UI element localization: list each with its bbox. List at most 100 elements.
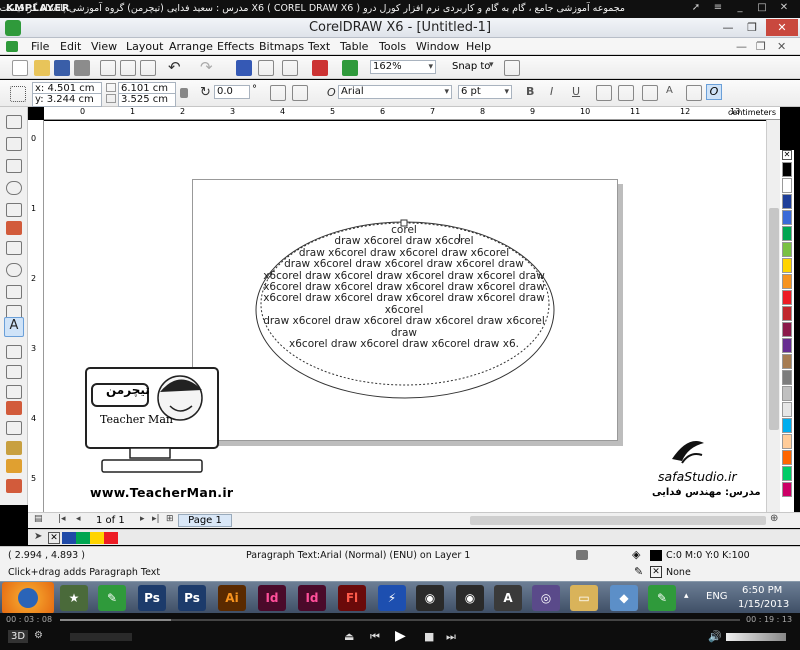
fill-color-swatch[interactable]: [650, 550, 662, 561]
menu-table[interactable]: Table: [340, 40, 368, 53]
clock-date[interactable]: 1/15/2013: [738, 599, 789, 610]
taskbar-indesign-icon[interactable]: Id: [258, 585, 286, 611]
menu-edit[interactable]: Edit: [60, 40, 81, 53]
font-family-select[interactable]: Arial: [338, 85, 452, 99]
zoom-level-select[interactable]: 162%: [370, 60, 436, 74]
window-close-icon[interactable]: ✕: [766, 19, 798, 36]
outline-color-swatch[interactable]: ✕: [650, 566, 662, 578]
menu-help[interactable]: Help: [466, 40, 491, 53]
redo-icon[interactable]: ↷: [200, 58, 213, 76]
player-minimize-icon[interactable]: _: [732, 2, 748, 13]
drawing-canvas[interactable]: corel draw x6corel draw x6corel draw x6c…: [44, 121, 780, 512]
text-properties-icon[interactable]: A: [666, 85, 673, 96]
palette-pick-icon[interactable]: ➤: [34, 531, 42, 542]
3d-mode-icon[interactable]: 3D: [8, 630, 29, 643]
taskbar-illustrator-icon[interactable]: Ai: [218, 585, 246, 611]
palette-swatch[interactable]: [782, 482, 792, 497]
dimension-tool-icon[interactable]: [6, 365, 22, 379]
palette-swatch[interactable]: [782, 402, 792, 417]
drop-cap-icon[interactable]: [642, 85, 658, 101]
zoom-tool-icon[interactable]: [6, 181, 22, 195]
vertical-text-icon[interactable]: O: [706, 84, 722, 100]
undo-icon[interactable]: ↶: [168, 58, 181, 76]
options-icon[interactable]: [504, 60, 520, 76]
taskbar-media-app-icon[interactable]: ◉: [416, 585, 444, 611]
palette-swatch[interactable]: [782, 418, 792, 433]
height-field[interactable]: 3.525 cm: [118, 93, 176, 107]
print-icon[interactable]: [74, 60, 90, 76]
palette-swatch[interactable]: [782, 354, 792, 369]
text-tool-icon[interactable]: A: [4, 317, 24, 337]
taskbar-network-app-icon[interactable]: ⚡: [378, 585, 406, 611]
start-button[interactable]: [2, 582, 54, 614]
previous-page-icon[interactable]: ◂: [76, 514, 81, 524]
palette-swatch[interactable]: [782, 370, 792, 385]
new-document-icon[interactable]: [12, 60, 28, 76]
snap-to-chevron-icon[interactable]: ▾: [489, 60, 494, 70]
mirror-horizontal-icon[interactable]: [270, 85, 286, 101]
palette-swatch[interactable]: [782, 226, 792, 241]
import-icon[interactable]: [258, 60, 274, 76]
stop-icon[interactable]: ■: [424, 630, 434, 643]
export-icon[interactable]: [282, 60, 298, 76]
palette-swatch[interactable]: [782, 322, 792, 337]
rotation-angle-field[interactable]: 0.0: [214, 85, 250, 99]
search-content-icon[interactable]: [236, 60, 252, 76]
menu-layout[interactable]: Layout: [126, 40, 163, 53]
menu-view[interactable]: View: [91, 40, 117, 53]
taskbar-photoshop-icon-2[interactable]: Ps: [178, 585, 206, 611]
palette-swatch[interactable]: [782, 274, 792, 289]
save-icon[interactable]: [54, 60, 70, 76]
palette-swatch[interactable]: [782, 242, 792, 257]
palette-swatch[interactable]: [782, 338, 792, 353]
copy-icon[interactable]: [120, 60, 136, 76]
connector-tool-icon[interactable]: [6, 385, 22, 399]
doc-swatch-yellow[interactable]: [90, 532, 104, 544]
snap-to-dropdown[interactable]: Snap to: [452, 61, 490, 72]
vertical-scroll-thumb[interactable]: [769, 208, 779, 430]
ellipse-tool-icon[interactable]: [6, 263, 22, 277]
seek-bar[interactable]: [60, 619, 740, 621]
table-tool-icon[interactable]: [6, 345, 22, 359]
zoom-navigator-icon[interactable]: ⊕: [770, 513, 778, 524]
next-page-icon[interactable]: ▸: [140, 514, 145, 524]
taskbar-photoshop-icon[interactable]: Ps: [138, 585, 166, 611]
cut-icon[interactable]: [100, 60, 116, 76]
volume-slider[interactable]: [726, 633, 786, 641]
taskbar-disc-icon[interactable]: ◎: [532, 585, 560, 611]
player-maximize-icon[interactable]: □: [754, 2, 770, 13]
edit-text-icon[interactable]: [686, 85, 702, 101]
page-layout-icon[interactable]: ▤: [34, 514, 43, 524]
transparency-tool-icon[interactable]: [6, 421, 22, 435]
window-minimize-icon[interactable]: —: [716, 19, 740, 36]
palette-swatch[interactable]: [782, 258, 792, 273]
taskbar-coreldraw-active-icon[interactable]: ✎: [648, 585, 676, 611]
language-indicator[interactable]: ENG: [706, 591, 728, 602]
horizontal-ruler[interactable]: centimeters 0 1 2 3 4 5 6 7 8 9 10 11 12…: [44, 107, 780, 120]
palette-swatch[interactable]: [782, 290, 792, 305]
taskbar-app-icon[interactable]: ◆: [610, 585, 638, 611]
menu-text[interactable]: Text: [308, 40, 330, 53]
no-color-swatch[interactable]: ✕: [782, 150, 792, 160]
palette-swatch[interactable]: [782, 434, 792, 449]
palette-swatch[interactable]: [782, 386, 792, 401]
taskbar-coreldraw-icon[interactable]: ✎: [98, 585, 126, 611]
taskbar-indesign-icon-2[interactable]: Id: [298, 585, 326, 611]
taskbar-flash-icon[interactable]: Fl: [338, 585, 366, 611]
application-launcher-icon[interactable]: [312, 60, 328, 76]
vertical-scrollbar[interactable]: [766, 120, 780, 512]
open-folder-icon[interactable]: [34, 60, 50, 76]
outline-pen-tool-icon[interactable]: [6, 459, 22, 473]
eject-icon[interactable]: ⏏: [344, 630, 354, 643]
underline-icon[interactable]: U: [572, 85, 580, 98]
object-origin-icon[interactable]: [10, 86, 26, 102]
document-no-color-swatch[interactable]: ✕: [48, 532, 60, 544]
rectangle-tool-icon[interactable]: [6, 241, 22, 255]
palette-swatch[interactable]: [782, 178, 792, 193]
menubar-restore-icon[interactable]: ❐: [756, 40, 766, 53]
taskbar-media-app-icon-2[interactable]: ◉: [456, 585, 484, 611]
doc-swatch-green[interactable]: [76, 532, 90, 544]
vertical-ruler[interactable]: 0 1 2 3 4 5: [28, 120, 44, 512]
palette-swatch[interactable]: [782, 194, 792, 209]
player-settings-icon[interactable]: ⚙: [34, 630, 43, 641]
